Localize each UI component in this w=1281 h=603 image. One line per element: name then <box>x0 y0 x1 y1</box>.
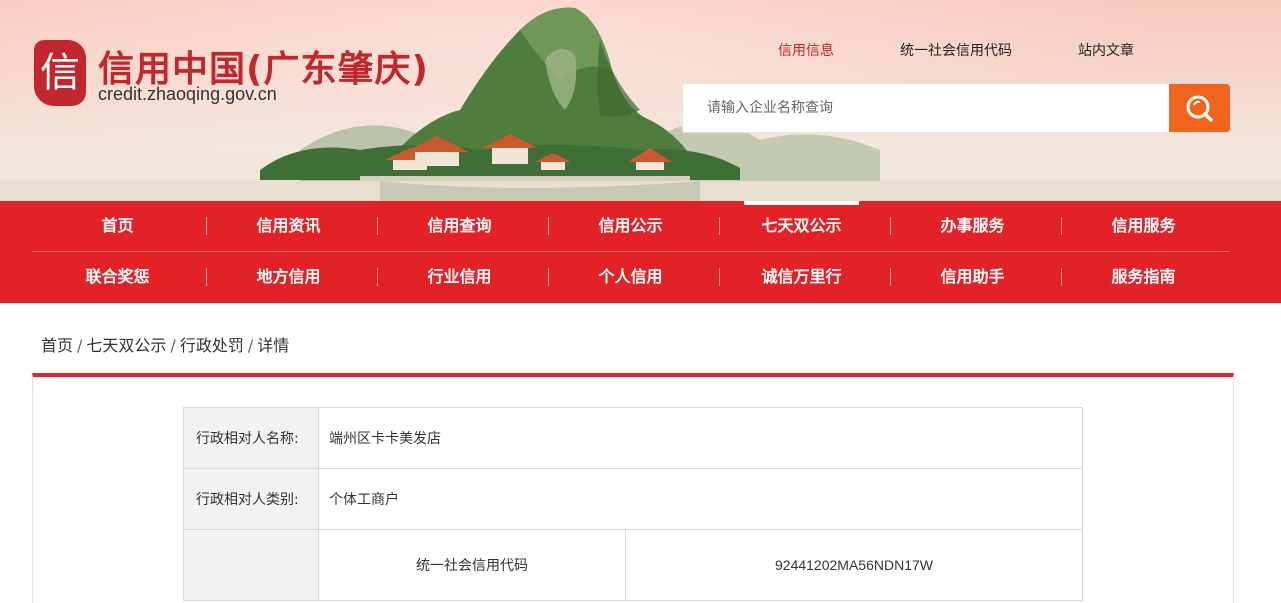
nav-item-credit-publicity[interactable]: 信用公示 <box>545 201 716 252</box>
field-value-credit-code: 92441202MA56NDN17W <box>625 529 1083 601</box>
nav-item-integrity-tour[interactable]: 诚信万里行 <box>716 252 887 303</box>
field-value-party-type: 个体工商户 <box>318 468 1083 530</box>
site-header: 信 信用中国(广东肇庆) credit.zhaoqing.gov.cn 信用信息… <box>0 0 1281 201</box>
search-tab-site-articles[interactable]: 站内文章 <box>1078 40 1134 60</box>
nav-item-industry-credit[interactable]: 行业信用 <box>374 252 545 303</box>
site-url: credit.zhaoqing.gov.cn <box>98 84 277 104</box>
breadcrumb: 首页 / 七天双公示 / 行政处罚 / 详情 <box>41 332 289 356</box>
table-row: 行政相对人类别: 个体工商户 <box>183 468 1083 530</box>
nav-item-home[interactable]: 首页 <box>32 201 203 252</box>
nav-item-local-credit[interactable]: 地方信用 <box>203 252 374 303</box>
nav-item-credit-assistant[interactable]: 信用助手 <box>887 252 1058 303</box>
nav-item-service-guide[interactable]: 服务指南 <box>1058 252 1229 303</box>
search-tabs: 信用信息 统一社会信用代码 站内文章 <box>682 40 1231 62</box>
search-input[interactable] <box>683 84 1171 132</box>
search-tab-credit-code[interactable]: 统一社会信用代码 <box>900 40 1012 60</box>
nav-item-seven-day-publicity[interactable]: 七天双公示 <box>716 201 887 252</box>
breadcrumb-seven-day-publicity[interactable]: 七天双公示 <box>86 336 166 355</box>
breadcrumb-current-details: 详情 <box>257 336 290 355</box>
table-row: 行政相对人名称: 端州区卡卡美发店 <box>183 407 1083 469</box>
field-value-party-name: 端州区卡卡美发店 <box>318 407 1083 469</box>
field-label-empty <box>183 529 319 601</box>
field-label-party-name: 行政相对人名称: <box>183 407 319 469</box>
detail-panel: 行政相对人名称: 端州区卡卡美发店 行政相对人类别: 个体工商户 统一社会信用代… <box>32 373 1234 603</box>
search-tab-credit-info[interactable]: 信用信息 <box>778 40 834 60</box>
main-nav: 首页 信用资讯 信用查询 信用公示 七天双公示 办事服务 信用服务 联合奖惩 地… <box>0 201 1281 303</box>
search-icon <box>1186 95 1213 122</box>
search-button[interactable] <box>1169 84 1230 132</box>
breadcrumb-admin-penalty[interactable]: 行政处罚 <box>180 336 244 355</box>
breadcrumb-separator: / <box>77 336 83 355</box>
nav-item-credit-service[interactable]: 信用服务 <box>1058 201 1229 252</box>
detail-table: 行政相对人名称: 端州区卡卡美发店 行政相对人类别: 个体工商户 统一社会信用代… <box>183 407 1083 601</box>
field-label-credit-code: 统一社会信用代码 <box>318 529 626 601</box>
breadcrumb-home[interactable]: 首页 <box>41 336 73 355</box>
nav-item-joint-rewards[interactable]: 联合奖惩 <box>32 252 203 303</box>
nav-item-affairs-service[interactable]: 办事服务 <box>887 201 1058 252</box>
table-row: 统一社会信用代码 92441202MA56NDN17W <box>183 529 1083 601</box>
breadcrumb-separator: / <box>170 336 176 355</box>
nav-item-personal-credit[interactable]: 个人信用 <box>545 252 716 303</box>
logo-seal-icon: 信 <box>34 40 86 106</box>
nav-item-credit-news[interactable]: 信用资讯 <box>203 201 374 252</box>
breadcrumb-separator: / <box>247 336 254 355</box>
search-box <box>682 83 1231 133</box>
field-label-party-type: 行政相对人类别: <box>183 468 319 530</box>
nav-row-1: 首页 信用资讯 信用查询 信用公示 七天双公示 办事服务 信用服务 <box>32 201 1230 252</box>
nav-row-2: 联合奖惩 地方信用 行业信用 个人信用 诚信万里行 信用助手 服务指南 <box>32 252 1230 303</box>
nav-item-credit-query[interactable]: 信用查询 <box>374 201 545 252</box>
